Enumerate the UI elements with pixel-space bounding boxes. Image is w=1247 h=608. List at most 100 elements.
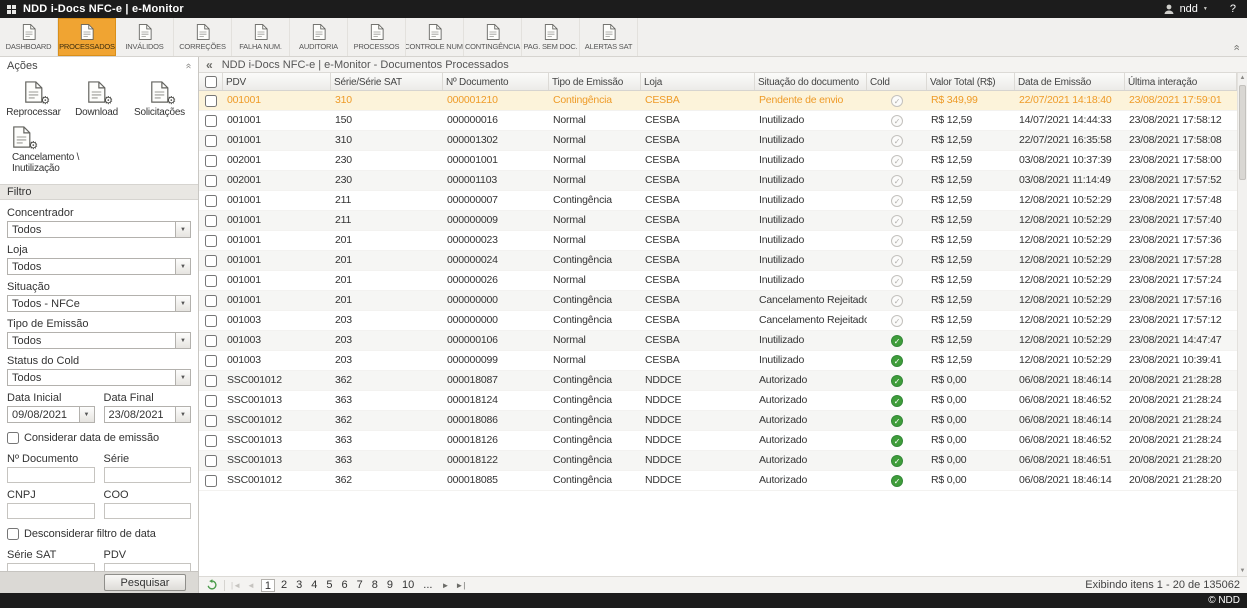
documento-input[interactable] — [7, 467, 95, 483]
tab-alertas-sat[interactable]: ALERTAS SAT — [580, 18, 638, 56]
table-row[interactable]: 001001201000000023NormalCESBAInutilizado… — [199, 231, 1237, 251]
prev-page-button[interactable]: ◄ — [247, 581, 255, 590]
page-button-10[interactable]: 10 — [399, 579, 417, 591]
column-header-ultima-interacao[interactable]: Última interação — [1125, 73, 1237, 90]
row-checkbox[interactable] — [199, 91, 223, 110]
column-header-tipo-de-emissao[interactable]: Tipo de Emissão — [549, 73, 641, 90]
checkbox[interactable] — [7, 528, 19, 540]
column-header-serie-serie-sat[interactable]: Série/Série SAT — [331, 73, 443, 90]
pdv-input[interactable] — [104, 563, 192, 571]
cnpj-input[interactable] — [7, 503, 95, 519]
serie-input[interactable] — [104, 467, 192, 483]
row-checkbox[interactable] — [199, 271, 223, 290]
row-checkbox[interactable] — [199, 151, 223, 170]
action-solicitacoes[interactable]: ⚙Solicitações — [128, 77, 191, 122]
page-button-5[interactable]: 5 — [323, 579, 335, 591]
column-header-pdv[interactable]: PDV — [223, 73, 331, 90]
collapse-sidebar-icon[interactable]: « — [206, 58, 213, 72]
vertical-scrollbar[interactable]: ▲ ▼ — [1237, 73, 1247, 576]
table-row[interactable]: 001001201000000000ContingênciaCESBACance… — [199, 291, 1237, 311]
page-button-8[interactable]: 8 — [369, 579, 381, 591]
tab-contingencia[interactable]: CONTINGÊNCIA — [464, 18, 522, 56]
user-menu[interactable]: ndd ▼ — [1163, 3, 1208, 15]
row-checkbox[interactable] — [199, 431, 223, 450]
action-reprocessar[interactable]: ⚙Reprocessar — [2, 77, 65, 122]
tab-correcoes[interactable]: CORREÇÕES — [174, 18, 232, 56]
refresh-icon[interactable] — [206, 579, 218, 591]
situacao-select[interactable]: Todos - NFCe▼ — [7, 295, 191, 312]
row-checkbox[interactable] — [199, 471, 223, 490]
page-button-7[interactable]: 7 — [354, 579, 366, 591]
tab-controle-num[interactable]: CONTROLE NUM. — [406, 18, 464, 56]
page-button-3[interactable]: 3 — [293, 579, 305, 591]
tab-processos[interactable]: PROCESSOS — [348, 18, 406, 56]
action-cancelamento-inutilizacao[interactable]: ⚙Cancelamento \ Inutilização — [2, 122, 90, 178]
date-final-picker[interactable]: 23/08/2021 ▼ — [104, 406, 192, 423]
table-row[interactable]: 001001150000000016NormalCESBAInutilizado… — [199, 111, 1237, 131]
row-checkbox[interactable] — [199, 231, 223, 250]
checkbox[interactable] — [7, 432, 19, 444]
table-row[interactable]: 001003203000000099NormalCESBAInutilizado… — [199, 351, 1237, 371]
page-button-9[interactable]: 9 — [384, 579, 396, 591]
column-header-valor-total-r[interactable]: Valor Total (R$) — [927, 73, 1015, 90]
column-header-data-de-emissao[interactable]: Data de Emissão — [1015, 73, 1125, 90]
page-button-6[interactable]: 6 — [339, 579, 351, 591]
table-row[interactable]: 001001310000001302NormalCESBAInutilizado… — [199, 131, 1237, 151]
row-checkbox[interactable] — [199, 371, 223, 390]
select-all-checkbox[interactable] — [199, 73, 223, 90]
table-row[interactable]: SSC001013363000018126ContingênciaNDDCEAu… — [199, 431, 1237, 451]
tab-auditoria[interactable]: AUDITORIA — [290, 18, 348, 56]
table-row[interactable]: SSC001012362000018087ContingênciaNDDCEAu… — [199, 371, 1237, 391]
scroll-down-icon[interactable]: ▼ — [1238, 568, 1247, 574]
table-row[interactable]: 001001310000001210ContingênciaCESBAPende… — [199, 91, 1237, 111]
search-button[interactable]: Pesquisar — [104, 574, 186, 591]
loja-select[interactable]: Todos▼ — [7, 258, 191, 275]
table-row[interactable]: 001001201000000026NormalCESBAInutilizado… — [199, 271, 1237, 291]
table-row[interactable]: 002001230000001001NormalCESBAInutilizado… — [199, 151, 1237, 171]
first-page-button[interactable]: |◄ — [231, 581, 241, 590]
row-checkbox[interactable] — [199, 251, 223, 270]
collapse-ribbon-icon[interactable]: « — [1230, 44, 1241, 50]
status-do-cold-select[interactable]: Todos▼ — [7, 369, 191, 386]
scroll-up-icon[interactable]: ▲ — [1238, 75, 1247, 81]
column-header-loja[interactable]: Loja — [641, 73, 755, 90]
next-page-button[interactable]: ► — [441, 581, 449, 590]
table-row[interactable]: 001001211000000007ContingênciaCESBAInuti… — [199, 191, 1237, 211]
column-header-n-documento[interactable]: Nº Documento — [443, 73, 549, 90]
row-checkbox[interactable] — [199, 171, 223, 190]
coo-input[interactable] — [104, 503, 192, 519]
table-row[interactable]: 001003203000000000ContingênciaCESBACance… — [199, 311, 1237, 331]
row-checkbox[interactable] — [199, 291, 223, 310]
row-checkbox[interactable] — [199, 331, 223, 350]
scrollbar-thumb[interactable] — [1239, 85, 1246, 180]
row-checkbox[interactable] — [199, 131, 223, 150]
tab-pag-sem-doc[interactable]: PAG. SEM DOC. — [522, 18, 580, 56]
table-row[interactable]: SSC001013363000018124ContingênciaNDDCEAu… — [199, 391, 1237, 411]
row-checkbox[interactable] — [199, 391, 223, 410]
table-row[interactable]: 001001201000000024ContingênciaCESBAInuti… — [199, 251, 1237, 271]
ignore-date-filter-checkbox[interactable]: Desconsiderar filtro de data — [7, 528, 191, 540]
table-row[interactable]: SSC001012362000018086ContingênciaNDDCEAu… — [199, 411, 1237, 431]
consider-emission-date-checkbox[interactable]: Considerar data de emissão — [7, 432, 191, 444]
table-row[interactable]: SSC001012362000018085ContingênciaNDDCEAu… — [199, 471, 1237, 491]
table-row[interactable]: 002001230000001103NormalCESBAInutilizado… — [199, 171, 1237, 191]
help-button[interactable]: ? — [1226, 3, 1240, 15]
action-download[interactable]: ⚙Download — [65, 77, 128, 122]
page-button-1[interactable]: 1 — [261, 579, 275, 592]
row-checkbox[interactable] — [199, 451, 223, 470]
tab-dashboard[interactable]: DASHBOARD — [0, 18, 58, 56]
last-page-button[interactable]: ►| — [455, 581, 465, 590]
row-checkbox[interactable] — [199, 211, 223, 230]
serie-sat-input[interactable] — [7, 563, 95, 571]
tab-falha-num[interactable]: FALHA NUM. — [232, 18, 290, 56]
tab-invalidos[interactable]: INVÁLIDOS — [116, 18, 174, 56]
page-button-2[interactable]: 2 — [278, 579, 290, 591]
date-initial-picker[interactable]: 09/08/2021 ▼ — [7, 406, 95, 423]
row-checkbox[interactable] — [199, 311, 223, 330]
row-checkbox[interactable] — [199, 111, 223, 130]
column-header-situacao-do-documento[interactable]: Situação do documento — [755, 73, 867, 90]
row-checkbox[interactable] — [199, 191, 223, 210]
page-button-4[interactable]: 4 — [308, 579, 320, 591]
table-row[interactable]: 001003203000000106NormalCESBAInutilizado… — [199, 331, 1237, 351]
table-row[interactable]: 001001211000000009NormalCESBAInutilizado… — [199, 211, 1237, 231]
